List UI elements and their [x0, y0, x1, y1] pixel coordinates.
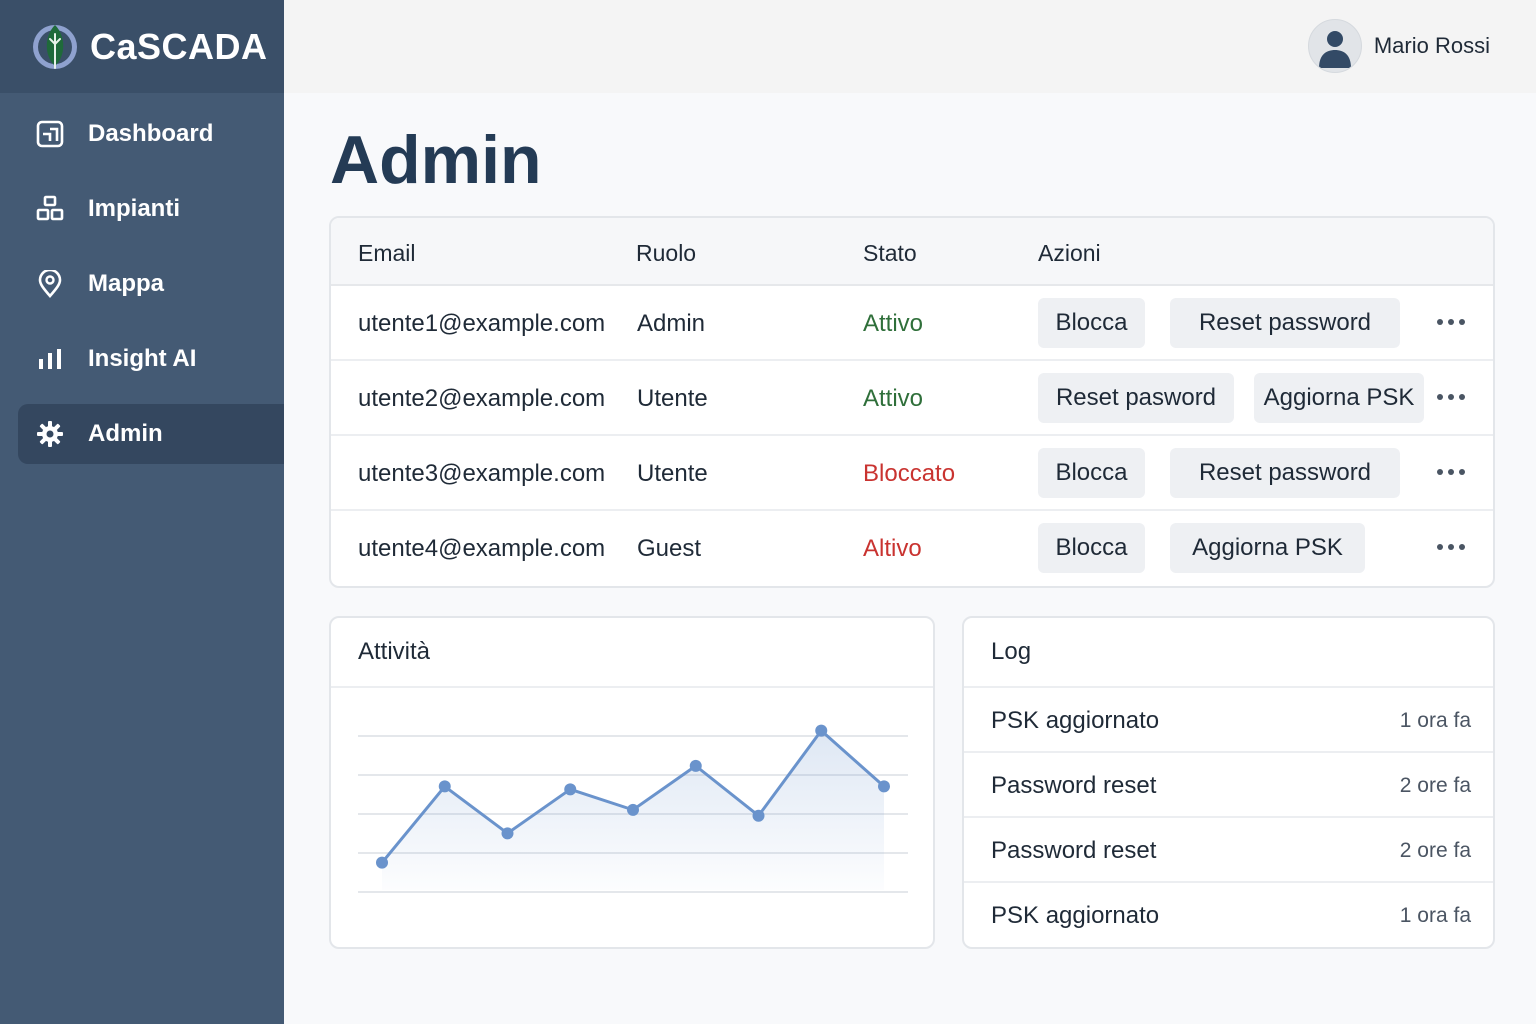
user-menu[interactable]: Mario Rossi: [1307, 19, 1490, 73]
data-point: [438, 780, 451, 793]
sidebar-item-label: Impianti: [88, 195, 181, 222]
brand-name: CaSCADA: [90, 25, 268, 67]
data-point: [752, 809, 765, 822]
more-options-icon[interactable]: [1431, 304, 1471, 340]
user-email: utente2@example.com: [358, 385, 606, 412]
sidebar-item-admin[interactable]: Admin: [18, 404, 284, 464]
data-point: [815, 724, 828, 737]
column-header-email: Email: [358, 240, 416, 266]
log-entry[interactable]: Password reset 2 ore fa: [964, 818, 1493, 883]
table-header: Email Ruolo Stato Azioni: [331, 218, 1493, 286]
reset-password-button[interactable]: Reset password: [1170, 298, 1400, 348]
log-time: 2 ore fa: [1399, 839, 1471, 862]
table-row: utente3@example.com Utente Bloccato Bloc…: [331, 436, 1493, 511]
sidebar-item-label: Admin: [88, 420, 163, 447]
log-text: Password reset: [991, 772, 1157, 799]
data-point: [689, 759, 702, 772]
sidebar: CaSCADA Dashboard Impianti Mappa Insight…: [0, 0, 284, 1024]
user-role: Utente: [637, 385, 708, 412]
table-row: utente1@example.com Admin Attivo Blocca …: [331, 286, 1493, 361]
update-psk-button[interactable]: Aggiorna PSK: [1254, 373, 1424, 423]
data-point: [878, 780, 890, 793]
log-time: 2 ore fa: [1399, 774, 1471, 797]
log-entry[interactable]: PSK aggiornato 1 ora fa: [964, 883, 1493, 947]
more-options-icon[interactable]: [1431, 379, 1471, 415]
column-header-role: Ruolo: [636, 240, 697, 266]
table-row: utente4@example.com Guest Altivo Blocca …: [331, 511, 1493, 586]
log-title: Log: [964, 618, 1493, 688]
brand[interactable]: CaSCADA: [0, 0, 284, 93]
plants-icon: [36, 195, 64, 223]
data-point: [564, 783, 577, 796]
sidebar-item-label: Insight AI: [88, 345, 197, 372]
user-role: Utente: [637, 460, 708, 487]
block-button[interactable]: Blocca: [1038, 448, 1145, 498]
sidebar-item-label: Mappa: [88, 270, 165, 297]
log-card: Log PSK aggiornato 1 ora fa Password res…: [962, 616, 1495, 949]
user-icon: [1318, 31, 1351, 68]
user-role: Guest: [637, 535, 702, 562]
gear-icon: [36, 420, 64, 448]
log-time: 1 ora fa: [1399, 904, 1471, 927]
data-point: [501, 827, 514, 840]
column-header-actions: Azioni: [1038, 240, 1101, 266]
page-title: Admin: [330, 122, 542, 198]
sidebar-item-label: Dashboard: [88, 120, 214, 147]
log-text: PSK aggiornato: [991, 707, 1160, 734]
user-email: utente1@example.com: [358, 310, 606, 337]
user-name: Mario Rossi: [1373, 33, 1490, 58]
reset-password-button[interactable]: Reset pasword: [1038, 373, 1234, 423]
log-text: Password reset: [991, 837, 1157, 864]
block-button[interactable]: Blocca: [1038, 298, 1145, 348]
user-status: Attivo: [863, 385, 924, 412]
map-pin-icon: [36, 270, 64, 298]
sidebar-item-insight-ai[interactable]: Insight AI: [0, 329, 284, 389]
user-email: utente3@example.com: [358, 460, 606, 487]
reset-password-button[interactable]: Reset password: [1170, 448, 1400, 498]
more-options-icon[interactable]: [1431, 529, 1471, 565]
user-email: utente4@example.com: [358, 535, 606, 562]
user-status: Bloccato: [863, 460, 956, 487]
top-bar: Mario Rossi: [284, 0, 1536, 93]
update-psk-button[interactable]: Aggiorna PSK: [1170, 523, 1365, 573]
sidebar-item-impianti[interactable]: Impianti: [0, 179, 284, 239]
activity-title: Attività: [331, 618, 933, 688]
log-entry[interactable]: PSK aggiornato 1 ora fa: [964, 688, 1493, 753]
data-point: [376, 856, 388, 869]
block-button[interactable]: Blocca: [1038, 523, 1145, 573]
column-header-status: Stato: [863, 240, 917, 266]
main-content: Admin Email Ruolo Stato Azioni utente1@e…: [284, 93, 1536, 1024]
bar-chart-icon: [36, 345, 64, 373]
log-entry[interactable]: Password reset 2 ore fa: [964, 753, 1493, 818]
leaf-logo-icon: [33, 24, 77, 69]
data-point: [627, 803, 639, 816]
sidebar-item-mappa[interactable]: Mappa: [0, 254, 284, 314]
table-row: utente2@example.com Utente Attivo Reset …: [331, 361, 1493, 436]
sidebar-item-dashboard[interactable]: Dashboard: [0, 104, 284, 164]
sidebar-nav: Dashboard Impianti Mappa Insight AI Admi…: [0, 104, 284, 479]
activity-card: Attività: [329, 616, 935, 949]
activity-chart: [358, 724, 908, 893]
log-text: PSK aggiornato: [991, 902, 1160, 929]
user-status: Altivo: [863, 535, 922, 562]
user-status: Attivo: [863, 310, 924, 337]
user-role: Admin: [637, 310, 706, 337]
avatar[interactable]: [1307, 19, 1362, 73]
dashboard-icon: [36, 120, 64, 148]
log-time: 1 ora fa: [1399, 709, 1471, 732]
users-table: Email Ruolo Stato Azioni utente1@example…: [329, 216, 1495, 588]
more-options-icon[interactable]: [1431, 454, 1471, 490]
